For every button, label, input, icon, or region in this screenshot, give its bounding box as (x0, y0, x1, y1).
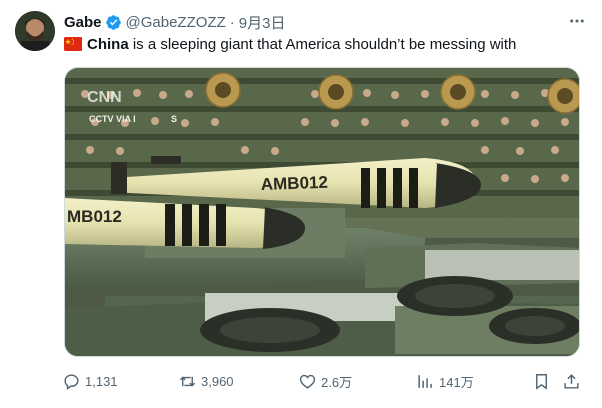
bookmark-icon (536, 373, 547, 390)
action-bar: 1,131 3,960 2.6万 141万 (62, 370, 586, 392)
views-chart-icon (418, 374, 432, 388)
tweet-text-bold: China (87, 36, 129, 53)
missile-label-lower: MB012 (67, 207, 122, 226)
share-icon (564, 373, 579, 389)
avatar[interactable] (15, 11, 55, 51)
tweet-header: Gabe @GabeZZOZZ · 9月3日 (64, 12, 586, 32)
views-count: 141万 (439, 374, 474, 390)
tweet-text-rest: is a sleeping giant that America shouldn… (128, 36, 517, 53)
tweet-text: China is a sleeping giant that America s… (64, 35, 590, 57)
reply-icon (64, 373, 79, 390)
media-caption: CCTV VIA I (89, 114, 136, 124)
bookmark-button[interactable] (532, 370, 555, 392)
like-button[interactable]: 2.6万 (298, 370, 352, 392)
retweet-icon (179, 376, 196, 386)
verified-badge-icon (105, 14, 122, 31)
china-flag-icon (64, 37, 82, 57)
retweet-count: 3,960 (201, 373, 234, 389)
more-options-icon[interactable] (566, 10, 588, 32)
tweet-card[interactable]: Gabe @GabeZZOZZ · 9月3日 China is a sleepi… (0, 0, 602, 408)
reply-count: 1,131 (85, 373, 118, 389)
like-count: 2.6万 (321, 374, 353, 390)
tweet-media-image[interactable]: AMB012 MB012 CNN CCTV VIA I S (64, 67, 580, 357)
separator-dot: · (229, 13, 235, 31)
author-name[interactable]: Gabe (64, 14, 102, 31)
heart-icon (299, 374, 316, 389)
cnn-watermark: CNN (87, 89, 122, 106)
share-button[interactable] (562, 370, 585, 392)
reply-button[interactable]: 1,131 (62, 370, 118, 392)
tweet-date[interactable]: 9月3日 (239, 12, 286, 33)
media-caption-tail: S (171, 114, 177, 124)
missile-label-upper: AMB012 (260, 173, 328, 194)
retweet-button[interactable]: 3,960 (178, 370, 234, 392)
author-handle[interactable]: @GabeZZOZZ (126, 14, 226, 31)
views-button[interactable]: 141万 (416, 370, 474, 392)
